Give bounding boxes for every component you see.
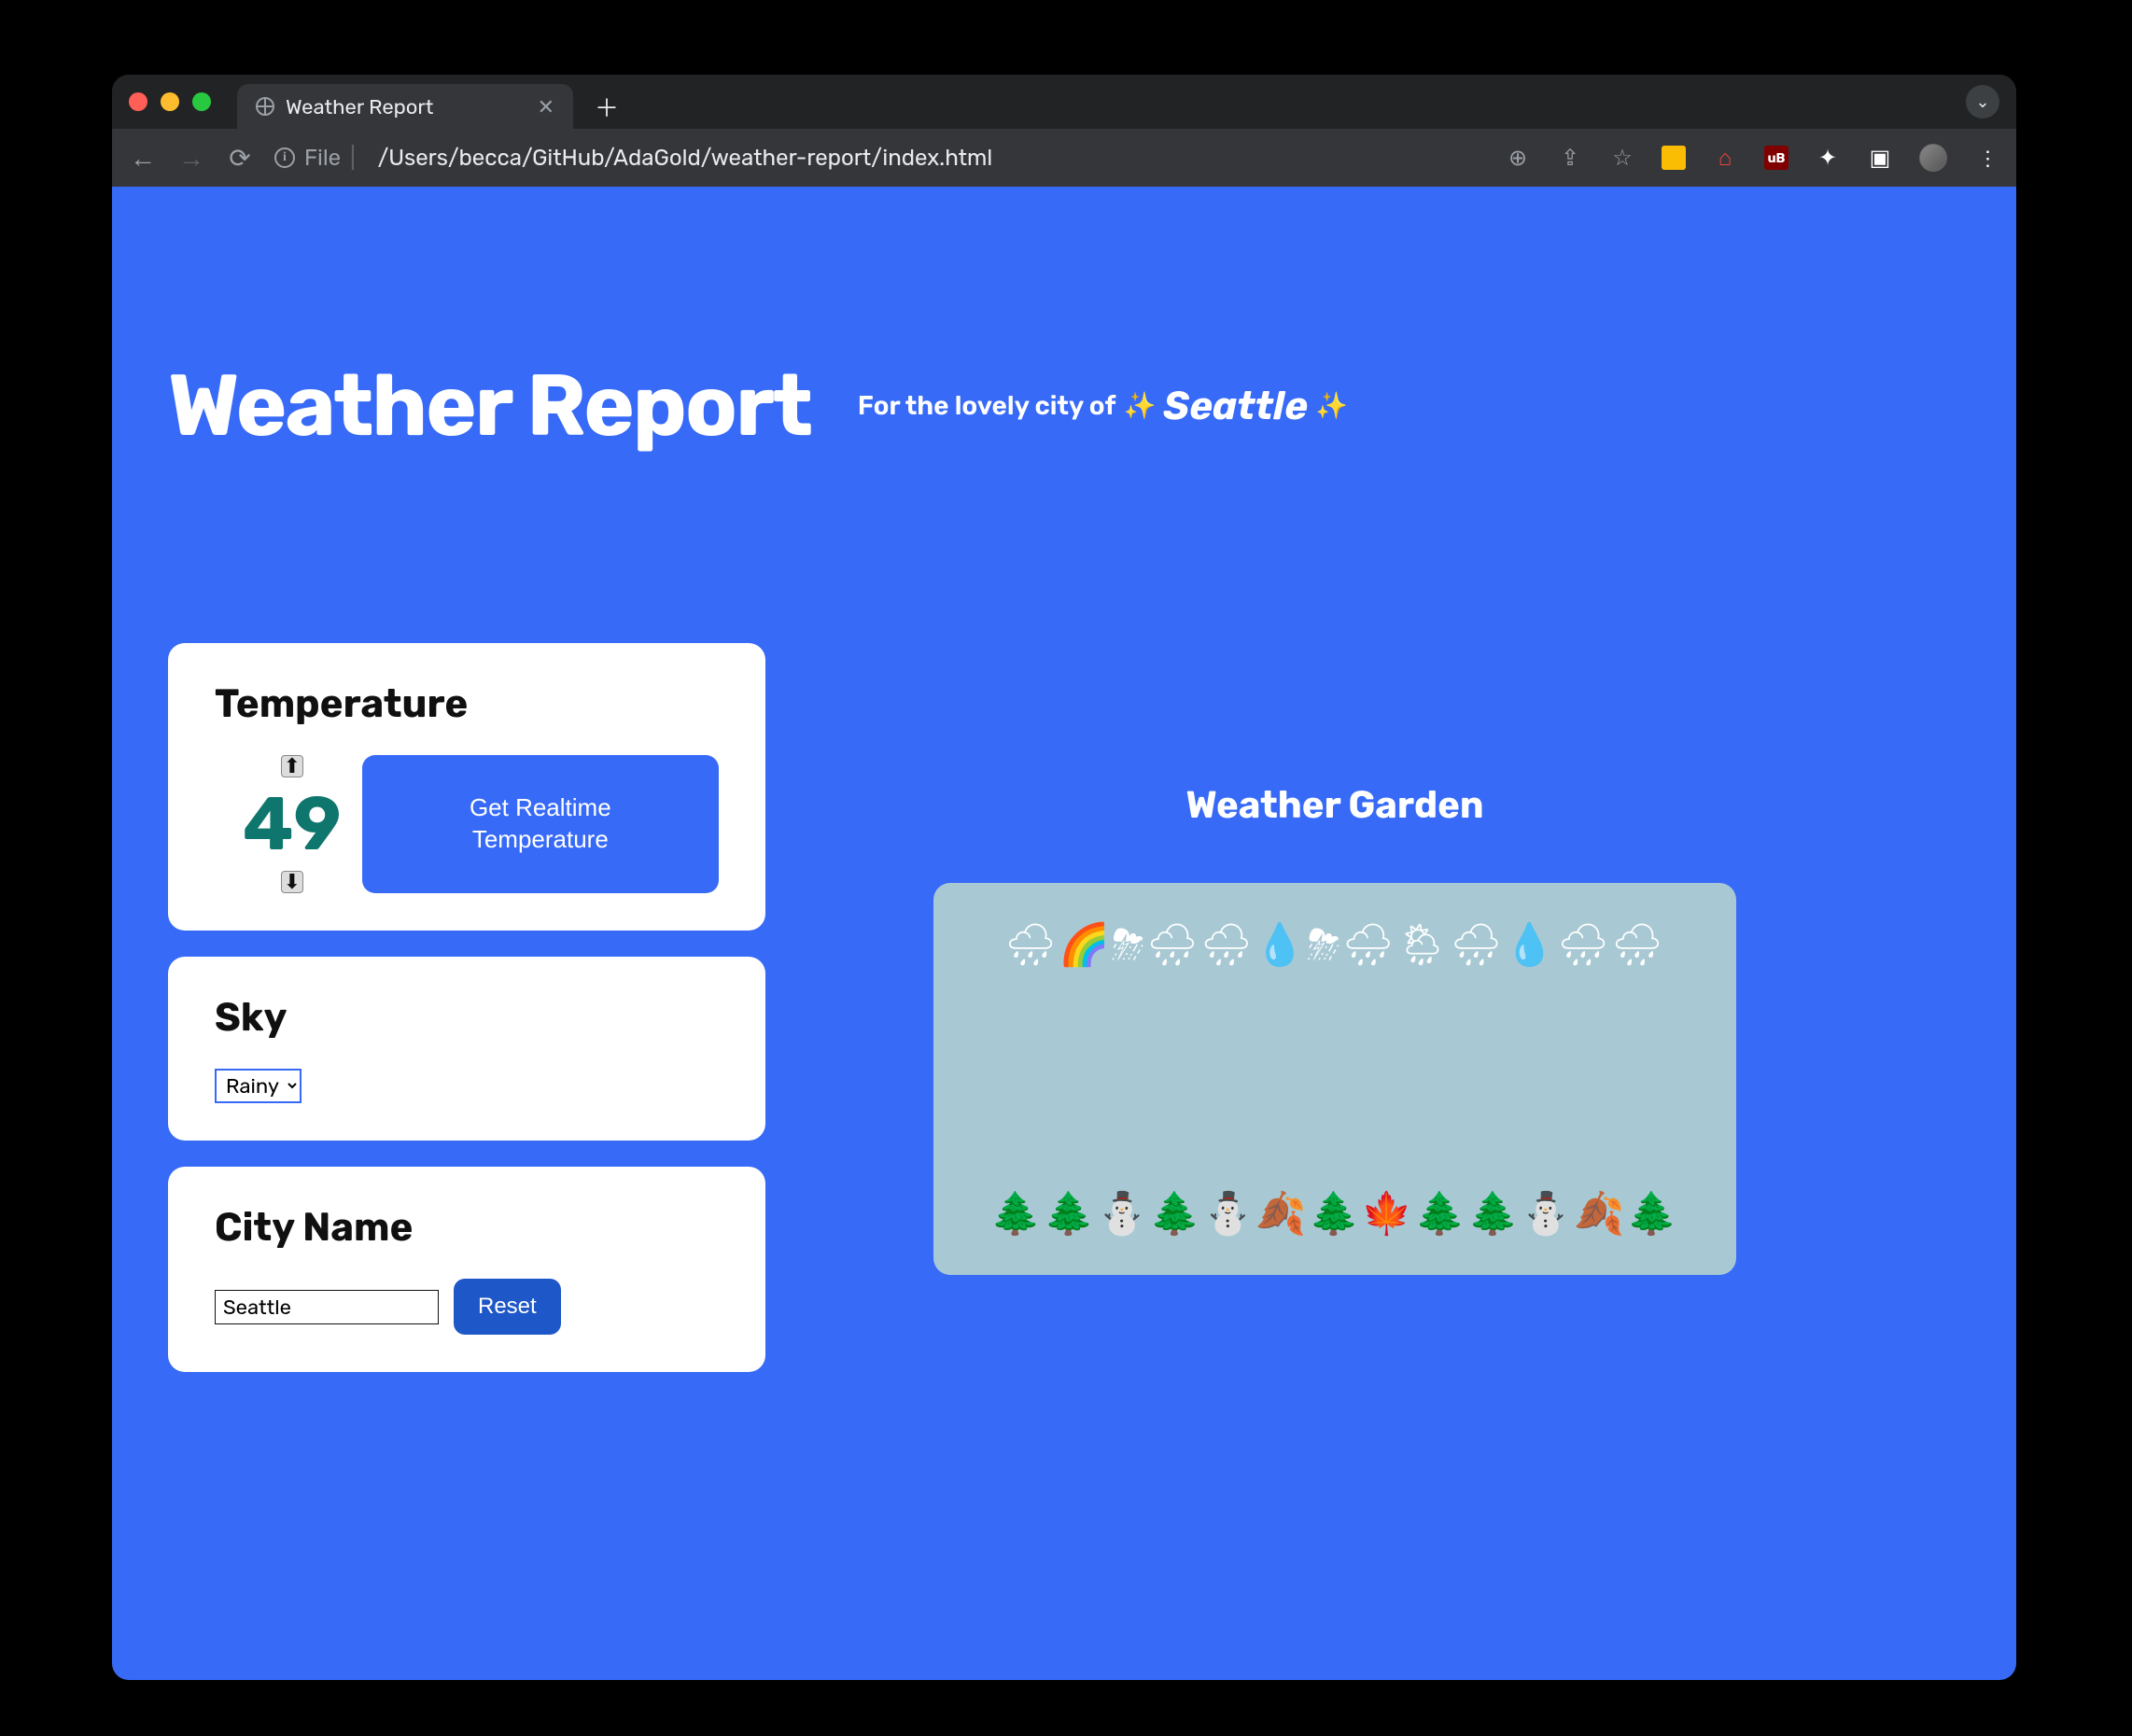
search-icon[interactable]: ⊕ [1505,145,1531,171]
reload-button[interactable]: ⟳ [226,143,254,174]
profile-avatar[interactable] [1919,144,1947,172]
garden-column: Weather Garden 🌧🌈⛈🌧🌧💧⛈🌧🌦🌧💧🌧🌧 🌲🌲⛄️🌲⛄️🍂🌲🍁🌲… [933,783,1736,1275]
main-layout: Temperature ⬆ 49 ⬇ Get Realtime Temperat… [112,494,2016,1372]
url-path[interactable]: /Users/becca/GitHub/AdaGold/weather-repo… [378,145,993,171]
window-controls [129,92,211,111]
garden-ground-row: 🌲🌲⛄️🌲⛄️🍂🌲🍁🌲🌲⛄️🍂🌲 [961,1189,1708,1238]
sky-select[interactable]: Rainy [215,1069,302,1103]
sky-card: Sky Rainy [168,957,765,1141]
bookmark-icon[interactable]: ☆ [1609,145,1635,171]
url-prefix: i File | [274,145,356,171]
browser-window: Weather Report ✕ ＋ ⌄ ← → ⟳ i File | /Use… [112,75,2016,1680]
reset-button[interactable]: Reset [454,1279,561,1335]
temperature-down-button[interactable]: ⬇ [281,871,303,893]
kebab-menu-icon[interactable]: ⋮ [1973,145,1999,171]
city-name-heading: City Name [215,1204,719,1251]
toolbar-right: ⊕ ⇪ ☆ ⌂ uB ✦ ▣ ⋮ [1505,144,1999,172]
weather-garden: 🌧🌈⛈🌧🌧💧⛈🌧🌦🌧💧🌧🌧 🌲🌲⛄️🌲⛄️🍂🌲🍁🌲🌲⛄️🍂🌲 [933,883,1736,1275]
browser-toolbar: ← → ⟳ i File | /Users/becca/GitHub/AdaGo… [112,129,2016,187]
tab-dropdown-icon[interactable]: ⌄ [1966,85,1999,119]
forward-button[interactable]: → [177,143,205,174]
weather-garden-heading: Weather Garden [1185,783,1483,827]
globe-icon [256,97,274,116]
new-tab-button[interactable]: ＋ [590,90,624,123]
temperature-heading: Temperature [215,680,719,727]
tagline-text: For the lovely city of [858,390,1116,421]
extension-icon[interactable]: ▣ [1867,145,1893,171]
extensions-puzzle-icon[interactable]: ✦ [1815,145,1841,171]
temperature-card: Temperature ⬆ 49 ⬇ Get Realtime Temperat… [168,643,765,931]
city-name-input[interactable] [215,1290,439,1324]
page-title: Weather Report [168,355,811,456]
get-realtime-temperature-button[interactable]: Get Realtime Temperature [362,755,719,893]
browser-tab[interactable]: Weather Report ✕ [237,84,573,129]
close-tab-icon[interactable]: ✕ [538,94,554,119]
extension-icon[interactable]: uB [1764,146,1788,170]
minimize-window-icon[interactable] [161,92,179,111]
garden-sky-row: 🌧🌈⛈🌧🌧💧⛈🌧🌦🌧💧🌧🌧 [961,920,1708,969]
share-icon[interactable]: ⇪ [1557,145,1583,171]
sky-heading: Sky [215,994,719,1041]
sparkle-icon: ✨ [1123,390,1156,421]
extension-icon[interactable]: ⌂ [1712,145,1738,171]
page-header: Weather Report For the lovely city of ✨ … [112,187,2016,494]
sparkle-icon: ✨ [1315,390,1348,421]
tagline: For the lovely city of ✨ Seattle ✨ [858,383,1348,429]
header-city-name: Seattle [1163,383,1308,429]
info-icon[interactable]: i [274,147,295,168]
close-window-icon[interactable] [129,92,147,111]
temperature-up-button[interactable]: ⬆ [281,755,303,777]
controls-column: Temperature ⬆ 49 ⬇ Get Realtime Temperat… [168,643,765,1372]
extension-icon[interactable] [1662,146,1686,170]
page-content: Weather Report For the lovely city of ✨ … [112,187,2016,1680]
titlebar: Weather Report ✕ ＋ ⌄ [112,75,2016,129]
tab-title: Weather Report [286,94,433,119]
temperature-value: 49 [243,787,342,861]
city-name-card: City Name Reset [168,1167,765,1372]
back-button[interactable]: ← [129,143,157,174]
maximize-window-icon[interactable] [192,92,211,111]
